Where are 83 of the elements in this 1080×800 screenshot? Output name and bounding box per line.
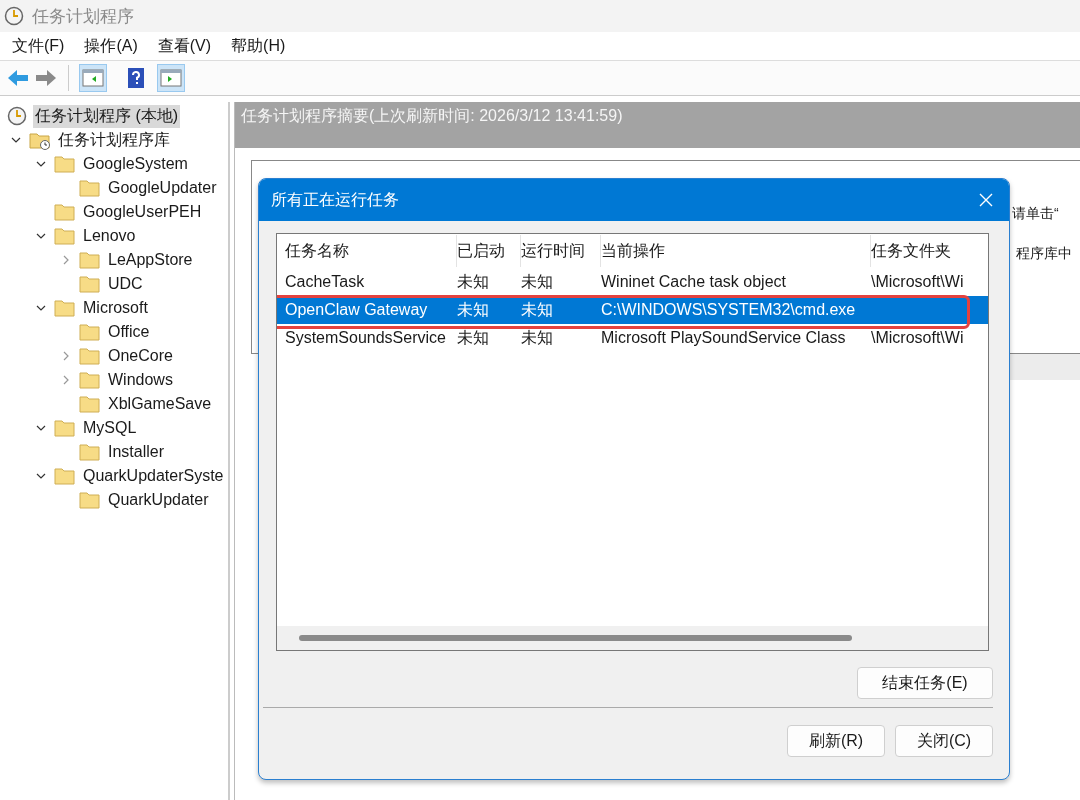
tree-item[interactable]: Installer — [106, 442, 167, 462]
column-header[interactable]: 已启动 — [457, 235, 521, 267]
table-cell-text: 未知 — [521, 327, 554, 348]
table-cell-text: \Microsoft\Wi — [871, 273, 965, 291]
folder-icon — [54, 466, 76, 486]
table-cell-text: 未知 — [457, 299, 490, 320]
tree-item[interactable]: XblGameSave — [106, 394, 214, 414]
tree-item[interactable]: Windows — [106, 370, 175, 390]
window-title: 任务计划程序 — [32, 5, 134, 28]
refresh-button[interactable]: 刷新(R) — [787, 725, 885, 757]
tree-item[interactable]: GoogleUpdater — [106, 178, 219, 198]
folder-icon — [79, 274, 101, 294]
table-cell-text: 未知 — [457, 327, 490, 348]
tree-item[interactable]: GoogleSystem — [81, 154, 190, 174]
tree-item[interactable]: 任务计划程序 (本地) — [33, 104, 181, 128]
folder-icon — [79, 178, 101, 198]
collapse-chevron-icon[interactable] — [36, 231, 46, 241]
menu-item[interactable]: 操作(A) — [84, 35, 138, 57]
table-cell-text: \Microsoft\Wi — [871, 329, 965, 347]
tree-item[interactable]: Lenovo — [81, 226, 138, 246]
tree-item[interactable]: Office — [106, 322, 152, 342]
folder-icon — [79, 370, 101, 390]
table-cell-text: Wininet Cache task object — [601, 273, 787, 291]
collapse-chevron-icon[interactable] — [36, 303, 46, 313]
menu-item[interactable]: 查看(V) — [157, 35, 212, 57]
overview-text: 请单击“ — [1012, 205, 1059, 223]
back-arrow-icon[interactable] — [6, 68, 30, 88]
overview-text: 程序库中 — [1016, 245, 1072, 263]
folder-icon — [54, 298, 76, 318]
table-cell-text: 未知 — [521, 271, 554, 292]
task-row[interactable]: CacheTask 未知 未知 Wininet Cache task object \Microsoft\Wi — [277, 268, 988, 296]
expand-chevron-icon[interactable] — [61, 375, 71, 385]
folder-icon — [79, 394, 101, 414]
tree-item[interactable]: QuarkUpdaterSyste — [81, 466, 226, 486]
table-cell-text: C:\WINDOWS\SYSTEM32\cmd.exe — [601, 301, 857, 319]
collapse-chevron-icon[interactable] — [11, 135, 21, 145]
table-cell-text: 未知 — [457, 271, 490, 292]
table-cell-text: CacheTask — [285, 273, 366, 291]
close-button[interactable]: 关闭(C) — [895, 725, 993, 757]
clock-icon — [6, 106, 28, 126]
tree-item[interactable]: QuarkUpdater — [106, 490, 211, 510]
menu-item[interactable]: 帮助(H) — [231, 35, 286, 57]
table-cell-text: SystemSoundsService — [285, 329, 447, 347]
expand-chevron-icon[interactable] — [61, 351, 71, 361]
folder-icon — [79, 322, 101, 342]
folder-icon — [79, 442, 101, 462]
task-row[interactable]: SystemSoundsService 未知 未知 Microsoft PlaySoundService Class \Microsoft\Wi — [277, 324, 988, 352]
show-tree-button[interactable] — [79, 64, 107, 92]
tree-item[interactable]: 任务计划程序库 — [56, 128, 172, 152]
collapse-chevron-icon[interactable] — [36, 159, 46, 169]
expand-chevron-icon[interactable] — [61, 255, 71, 265]
collapse-chevron-icon[interactable] — [36, 471, 46, 481]
folder-icon — [54, 226, 76, 246]
folder-icon — [79, 346, 101, 366]
column-header[interactable]: 任务文件夹 — [871, 235, 988, 267]
column-header[interactable]: 当前操作 — [601, 235, 871, 267]
scrollbar-thumb[interactable] — [299, 635, 852, 641]
folder-icon — [79, 490, 101, 510]
tree-item[interactable]: OneCore — [106, 346, 175, 366]
folder-icon — [54, 202, 76, 222]
tree-item[interactable]: LeAppStore — [106, 250, 195, 270]
help-icon[interactable] — [125, 66, 147, 90]
tree-item[interactable]: UDC — [106, 274, 145, 294]
table-cell-text: Microsoft PlaySoundService Class — [601, 329, 847, 347]
folder-icon — [79, 250, 101, 270]
folder-icon — [54, 418, 76, 438]
menu-item[interactable]: 文件(F) — [12, 35, 65, 57]
folder-clock-icon — [29, 130, 51, 150]
collapse-chevron-icon[interactable] — [36, 423, 46, 433]
folder-icon — [54, 154, 76, 174]
table-cell-text: OpenClaw Gateway — [285, 301, 429, 319]
tree-item[interactable]: Microsoft — [81, 298, 150, 318]
column-header[interactable]: 任务名称 — [285, 235, 457, 267]
summary-header: 任务计划程序摘要(上次刷新时间: 2026/3/12 13:41:59) — [235, 102, 1080, 148]
show-action-pane-button[interactable] — [157, 64, 185, 92]
column-header[interactable]: 运行时间 — [521, 235, 601, 267]
clock-icon — [4, 6, 24, 26]
tree-item[interactable]: GoogleUserPEH — [81, 202, 204, 222]
end-task-button[interactable]: 结束任务(E) — [857, 667, 993, 699]
close-icon[interactable] — [979, 193, 993, 207]
table-cell-text: 未知 — [521, 299, 554, 320]
dialog-title: 所有正在运行任务 — [271, 189, 399, 210]
tree-item[interactable]: MySQL — [81, 418, 139, 438]
